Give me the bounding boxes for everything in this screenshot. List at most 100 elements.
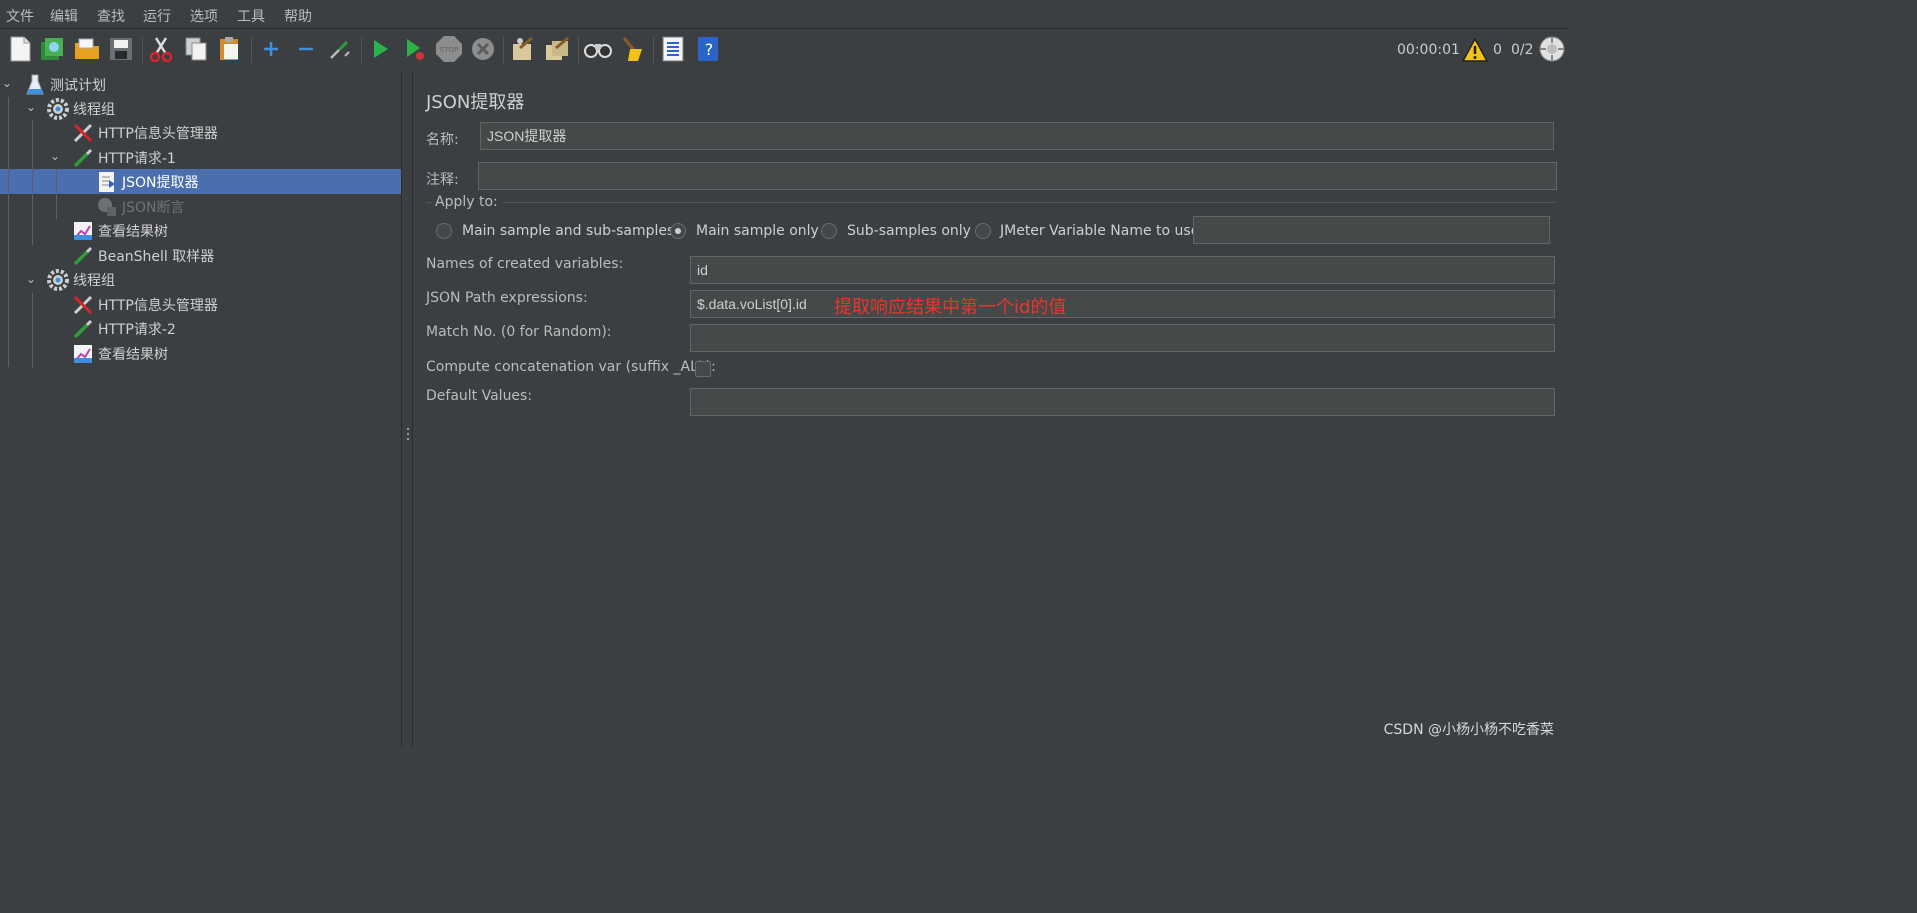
toolbar: STOP ? 00:00:01 0 0/2: [0, 29, 1568, 72]
match-no-field[interactable]: [690, 324, 1555, 352]
assertion-icon: [96, 196, 118, 218]
chevron-down-icon[interactable]: ⌄: [2, 76, 12, 90]
comment-field[interactable]: [478, 162, 1557, 190]
clear-all-icon[interactable]: [543, 35, 571, 63]
tree-node-json-extractor[interactable]: JSON提取器: [96, 170, 199, 194]
tree-node-http-request-1[interactable]: HTTP请求-1: [72, 146, 176, 170]
listener-chart-icon: [72, 220, 94, 242]
json-path-field[interactable]: [690, 290, 1555, 318]
menu-edit[interactable]: 编辑: [50, 6, 78, 26]
copy-icon[interactable]: [182, 35, 210, 63]
apply-main-and-sub-label[interactable]: Main sample and sub-samples: [462, 223, 674, 239]
apply-main-only-label[interactable]: Main sample only: [696, 223, 819, 239]
tree-selection-highlight: [0, 169, 401, 194]
default-values-input[interactable]: [697, 394, 1548, 410]
jmeter-var-input[interactable]: [1200, 222, 1543, 238]
json-path-input[interactable]: [697, 296, 827, 312]
tree-node-label: JSON提取器: [122, 175, 199, 191]
apply-main-and-sub-radio[interactable]: [436, 223, 452, 239]
comment-input[interactable]: [485, 168, 1550, 184]
warning-icon[interactable]: [1461, 36, 1489, 64]
start-no-pause-icon[interactable]: [401, 35, 429, 63]
stop-icon[interactable]: STOP: [435, 35, 463, 63]
reset-search-icon[interactable]: [619, 35, 647, 63]
menu-bar: 文件 编辑 查找 运行 选项 工具 帮助: [0, 0, 1568, 29]
radio-selected-dot: [675, 228, 681, 234]
menu-file[interactable]: 文件: [6, 6, 34, 26]
extractor-icon: [96, 171, 118, 193]
comment-label: 注释:: [426, 172, 459, 188]
tree-node-label: 测试计划: [50, 78, 106, 94]
apply-jmeter-var-label[interactable]: JMeter Variable Name to use: [1000, 223, 1199, 239]
apply-to-label: Apply to:: [435, 194, 498, 210]
concat-checkbox[interactable]: [695, 361, 711, 377]
collapse-icon[interactable]: [292, 35, 320, 63]
tree-node-label: 线程组: [73, 273, 115, 289]
tree-node-json-assertion[interactable]: JSON断言: [96, 195, 185, 219]
tree-node-header-manager-2[interactable]: HTTP信息头管理器: [72, 293, 218, 317]
menu-options[interactable]: 选项: [190, 6, 218, 26]
match-no-label: Match No. (0 for Random):: [426, 324, 612, 340]
new-icon[interactable]: [6, 35, 34, 63]
json-path-label: JSON Path expressions:: [426, 290, 588, 306]
start-icon[interactable]: [367, 35, 395, 63]
json-extractor-panel: JSON提取器 名称: 注释: Apply to: Main sample an…: [413, 71, 1568, 747]
function-helper-icon[interactable]: [659, 35, 687, 63]
test-plan-tree: ⌄ ⌄ ⌄ ⌄ 测试计划 线程组 HTTP信息头管理器 HTTP请求-1 JSO…: [0, 71, 401, 747]
apply-main-only-radio[interactable]: [670, 223, 686, 239]
search-icon[interactable]: [584, 35, 612, 63]
expand-icon[interactable]: [257, 35, 285, 63]
split-pane-divider[interactable]: [401, 71, 413, 747]
vars-input[interactable]: [697, 262, 1548, 278]
tree-node-view-results-tree-2[interactable]: 查看结果树: [72, 342, 168, 366]
match-no-input[interactable]: [697, 330, 1548, 346]
svg-text:STOP: STOP: [440, 46, 458, 54]
apply-sub-only-radio[interactable]: [821, 223, 837, 239]
tree-node-thread-group[interactable]: 线程组: [47, 97, 115, 121]
paste-icon[interactable]: [216, 35, 244, 63]
chevron-down-icon[interactable]: ⌄: [26, 272, 36, 286]
test-plan-icon: [24, 74, 46, 96]
menu-search[interactable]: 查找: [97, 6, 125, 26]
tree-node-beanshell-sampler[interactable]: BeanShell 取样器: [72, 244, 214, 268]
elapsed-time: 00:00:01: [1397, 42, 1460, 58]
name-field[interactable]: [480, 122, 1554, 150]
chevron-down-icon[interactable]: ⌄: [26, 100, 36, 114]
wrench-screwdriver-icon: [72, 294, 94, 316]
shutdown-icon[interactable]: [469, 35, 497, 63]
help-icon[interactable]: ?: [694, 35, 722, 63]
tree-node-thread-group-2[interactable]: 线程组: [47, 268, 115, 292]
wrench-screwdriver-icon: [72, 122, 94, 144]
default-values-field[interactable]: [690, 388, 1555, 416]
cut-icon[interactable]: [147, 35, 175, 63]
gear-icon: [47, 98, 69, 120]
apply-jmeter-var-radio[interactable]: [975, 223, 991, 239]
default-values-label: Default Values:: [426, 388, 533, 404]
templates-icon[interactable]: [38, 35, 66, 63]
clear-icon[interactable]: [509, 35, 537, 63]
tree-node-label: 线程组: [73, 102, 115, 118]
vars-field[interactable]: [690, 256, 1555, 284]
save-icon[interactable]: [107, 35, 135, 63]
svg-text:?: ?: [705, 40, 714, 59]
menu-help[interactable]: 帮助: [284, 6, 312, 26]
menu-tools[interactable]: 工具: [237, 6, 265, 26]
chevron-down-icon[interactable]: ⌄: [50, 149, 60, 163]
tree-node-label: HTTP请求-2: [98, 322, 176, 338]
tree-node-test-plan[interactable]: 测试计划: [24, 73, 106, 97]
jmeter-var-field[interactable]: [1193, 216, 1550, 244]
apply-sub-only-label[interactable]: Sub-samples only: [847, 223, 971, 239]
name-input[interactable]: [487, 128, 1547, 144]
toggle-icon[interactable]: [326, 35, 354, 63]
open-icon[interactable]: [73, 35, 101, 63]
sampler-pipette-icon: [72, 245, 94, 267]
menu-run[interactable]: 运行: [143, 6, 171, 26]
tree-node-header-manager[interactable]: HTTP信息头管理器: [72, 121, 218, 145]
concat-label: Compute concatenation var (suffix _ALL):: [426, 359, 716, 375]
sampler-pipette-icon: [72, 147, 94, 169]
tree-node-label: HTTP信息头管理器: [98, 126, 218, 142]
sampler-pipette-icon: [72, 318, 94, 340]
tree-node-view-results-tree-1[interactable]: 查看结果树: [72, 219, 168, 243]
tree-node-http-request-2[interactable]: HTTP请求-2: [72, 317, 176, 341]
tree-node-label: 查看结果树: [98, 224, 168, 240]
